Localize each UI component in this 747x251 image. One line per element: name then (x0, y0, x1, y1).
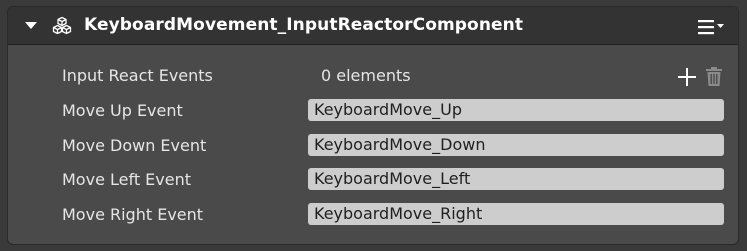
cubes-icon (52, 16, 72, 35)
input-react-events-label: Input React Events (62, 66, 213, 85)
move-right-event-field[interactable]: KeyboardMove_Right (308, 203, 724, 225)
move-up-event-field[interactable]: KeyboardMove_Up (308, 99, 724, 121)
plus-icon[interactable] (678, 68, 696, 86)
move-up-event-label: Move Up Event (62, 101, 183, 120)
component-title: KeyboardMovement_InputReactorComponent (84, 15, 524, 35)
move-down-event-label: Move Down Event (62, 136, 207, 155)
component-panel: KeyboardMovement_InputReactorComponent I… (7, 6, 739, 245)
collapse-arrow-icon[interactable] (25, 22, 37, 29)
move-left-event-field[interactable]: KeyboardMove_Left (308, 168, 724, 190)
trash-icon[interactable] (705, 67, 723, 87)
move-left-event-label: Move Left Event (62, 170, 192, 189)
move-right-event-label: Move Right Event (62, 205, 204, 224)
move-down-event-field[interactable]: KeyboardMove_Down (308, 134, 724, 156)
input-react-events-count: 0 elements (321, 66, 411, 85)
hamburger-menu-icon[interactable] (696, 17, 730, 37)
component-header[interactable]: KeyboardMovement_InputReactorComponent (8, 7, 738, 45)
